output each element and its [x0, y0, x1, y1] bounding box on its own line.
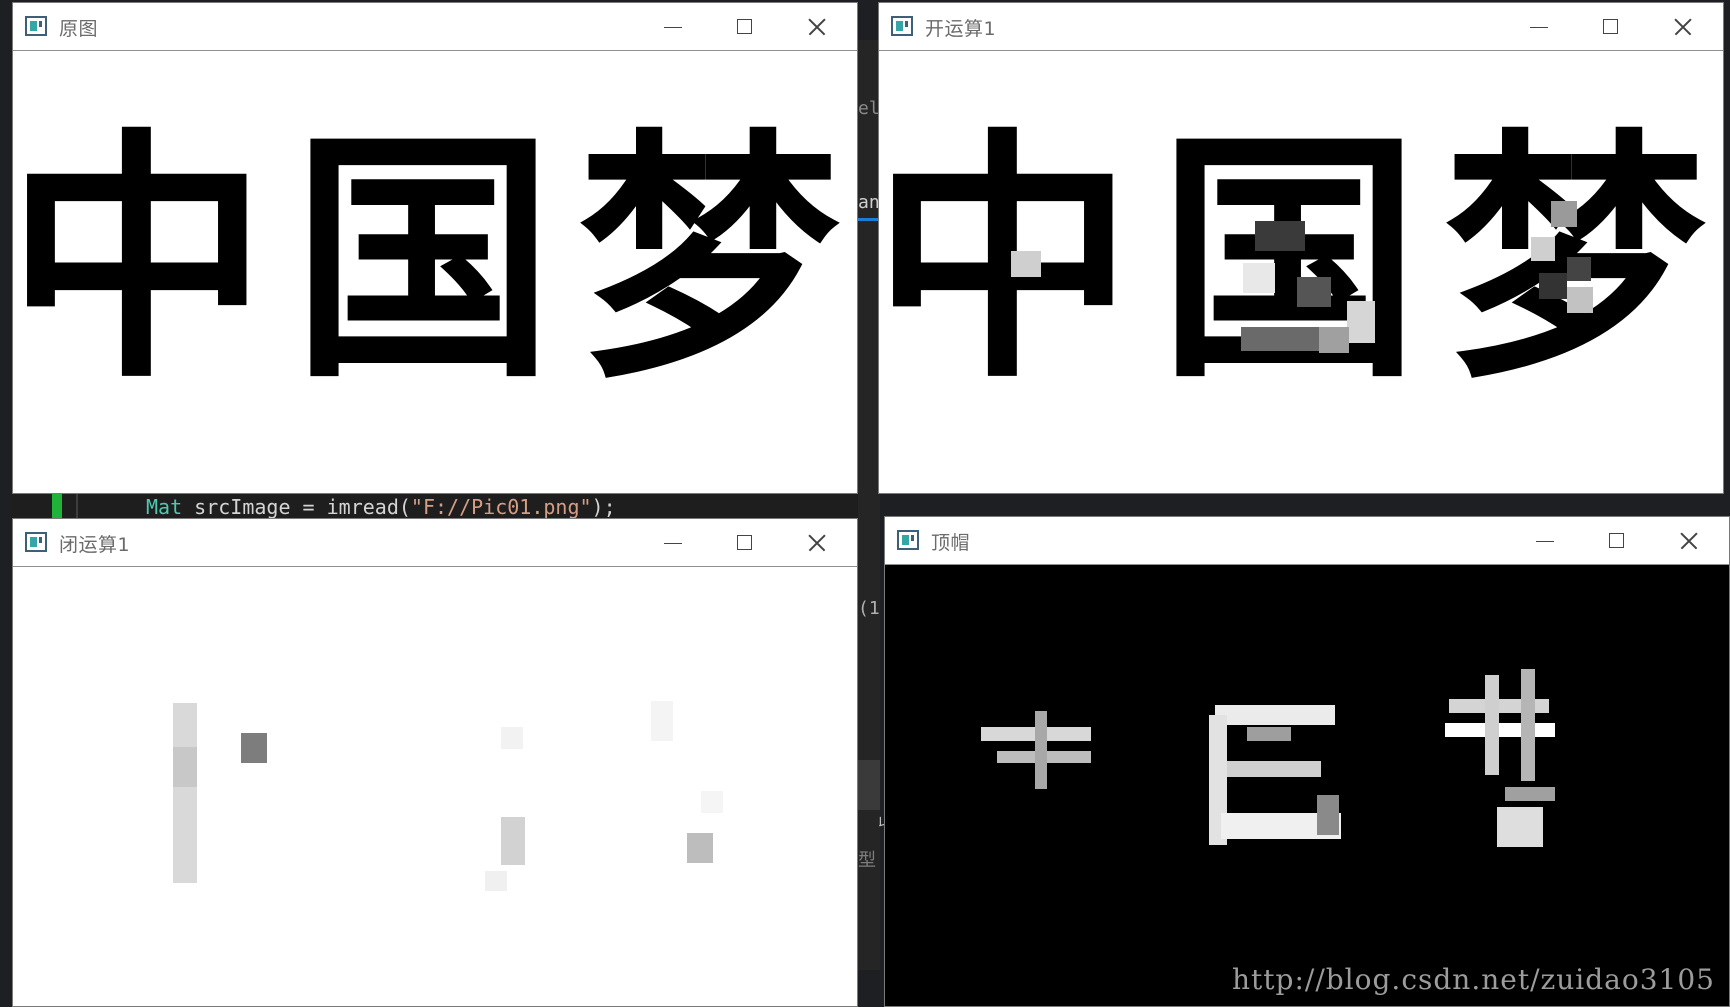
window-title: 开运算1: [925, 18, 997, 40]
close-icon[interactable]: [803, 13, 831, 41]
image-original: 中国梦: [13, 51, 857, 493]
window-app-icon: [891, 16, 913, 36]
residue-stroke: [173, 747, 197, 787]
window-title: 顶帽: [931, 532, 971, 554]
tophat-stroke: [1445, 723, 1555, 737]
window-tophat[interactable]: 顶帽 http://blog.csdn.net/zuidao3105: [884, 516, 1730, 1007]
tophat-stroke: [1505, 787, 1555, 801]
artifact-block: [1531, 237, 1555, 261]
window-title-bar[interactable]: 顶帽: [885, 517, 1729, 565]
minimize-icon[interactable]: [1525, 13, 1553, 41]
tophat-stroke: [1497, 807, 1543, 847]
artifact-block: [1255, 221, 1305, 251]
watermark: http://blog.csdn.net/zuidao3105: [1232, 963, 1715, 996]
closing-image-canvas: [173, 701, 723, 891]
maximize-icon[interactable]: [731, 13, 759, 41]
window-title-bar[interactable]: 原图: [13, 3, 857, 51]
maximize-icon[interactable]: [731, 529, 759, 557]
window-app-icon: [25, 16, 47, 36]
residue-block: [687, 833, 713, 863]
image-text-original: 中国梦: [13, 105, 857, 413]
window-title: 闭运算1: [59, 534, 131, 556]
window-app-icon: [897, 530, 919, 550]
code-line[interactable]: Mat srcImage = imread("F://Pic01.png");: [146, 495, 616, 518]
tophat-stroke: [1521, 669, 1535, 781]
residue-block: [651, 701, 673, 741]
window-closing[interactable]: 闭运算1: [12, 518, 858, 1007]
ide-status-area: [858, 760, 880, 810]
original-image-canvas: 中国梦: [13, 105, 857, 413]
artifact-block: [1567, 257, 1591, 281]
artifact-block: [1011, 251, 1041, 277]
close-icon[interactable]: [803, 529, 831, 557]
close-icon[interactable]: [1675, 527, 1703, 555]
ide-fragment-an[interactable]: an: [858, 192, 880, 213]
residue-block: [241, 733, 267, 763]
artifact-block: [1347, 301, 1375, 343]
residue-block: [501, 727, 523, 749]
minimize-icon[interactable]: [659, 13, 687, 41]
ide-fragment-xing: 型: [858, 850, 876, 871]
image-closing: [13, 567, 857, 1006]
window-title-bar[interactable]: 闭运算1: [13, 519, 857, 567]
artifact-block: [1241, 327, 1321, 351]
tophat-stroke: [1215, 705, 1335, 725]
window-app-icon: [25, 532, 47, 552]
window-title: 原图: [59, 18, 99, 40]
opening-image-canvas: 中国梦: [879, 105, 1723, 413]
code-token-plain: srcImage = imread(: [182, 495, 411, 518]
gutter-separator: [76, 494, 78, 518]
close-icon[interactable]: [1669, 13, 1697, 41]
minimize-icon[interactable]: [1531, 527, 1559, 555]
image-opening: 中国梦: [879, 51, 1723, 493]
ide-active-tab-indicator: [858, 218, 878, 221]
image-text-opening: 中国梦: [879, 105, 1723, 413]
minimize-icon[interactable]: [659, 529, 687, 557]
residue-block: [485, 871, 507, 891]
window-title-bar[interactable]: 开运算1: [879, 3, 1723, 51]
tophat-stroke: [1317, 795, 1339, 835]
artifact-block: [1297, 277, 1331, 307]
ide-fragment-paren: (1: [858, 598, 880, 619]
window-opening[interactable]: 开运算1 中国梦: [878, 2, 1724, 494]
tophat-stroke: [1247, 727, 1291, 741]
maximize-icon[interactable]: [1603, 527, 1631, 555]
tophat-stroke: [1035, 711, 1047, 789]
code-token-end: );: [591, 495, 616, 518]
residue-block: [701, 791, 723, 813]
maximize-icon[interactable]: [1597, 13, 1625, 41]
artifact-block: [1319, 327, 1349, 353]
residue-block: [501, 817, 525, 865]
tophat-stroke: [1485, 675, 1499, 775]
artifact-block: [1539, 273, 1567, 299]
artifact-block: [1567, 287, 1593, 313]
tophat-stroke: [1221, 761, 1321, 777]
artifact-block: [1243, 263, 1275, 293]
image-tophat: http://blog.csdn.net/zuidao3105: [885, 565, 1729, 1006]
window-original[interactable]: 原图 中国梦: [12, 2, 858, 494]
code-token-string: "F://Pic01.png": [410, 495, 592, 518]
residue-stroke: [173, 703, 197, 883]
changed-line-marker: [52, 494, 62, 518]
code-token-type: Mat: [146, 495, 183, 518]
artifact-block: [1551, 201, 1577, 227]
tophat-image-canvas: [981, 669, 1555, 847]
ide-code-editor[interactable]: Mat srcImage = imread("F://Pic01.png");: [12, 494, 858, 518]
